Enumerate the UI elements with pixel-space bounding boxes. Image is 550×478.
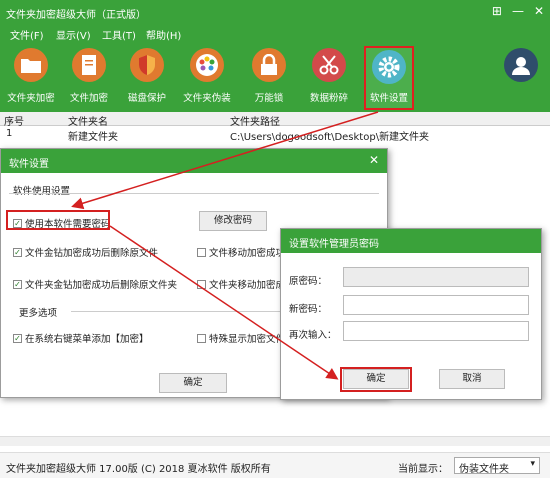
arrow-checkbox-to-ok: [109, 225, 339, 380]
annotation-arrows: [71, 111, 379, 380]
arrow-settings-to-checkbox: [71, 111, 379, 210]
